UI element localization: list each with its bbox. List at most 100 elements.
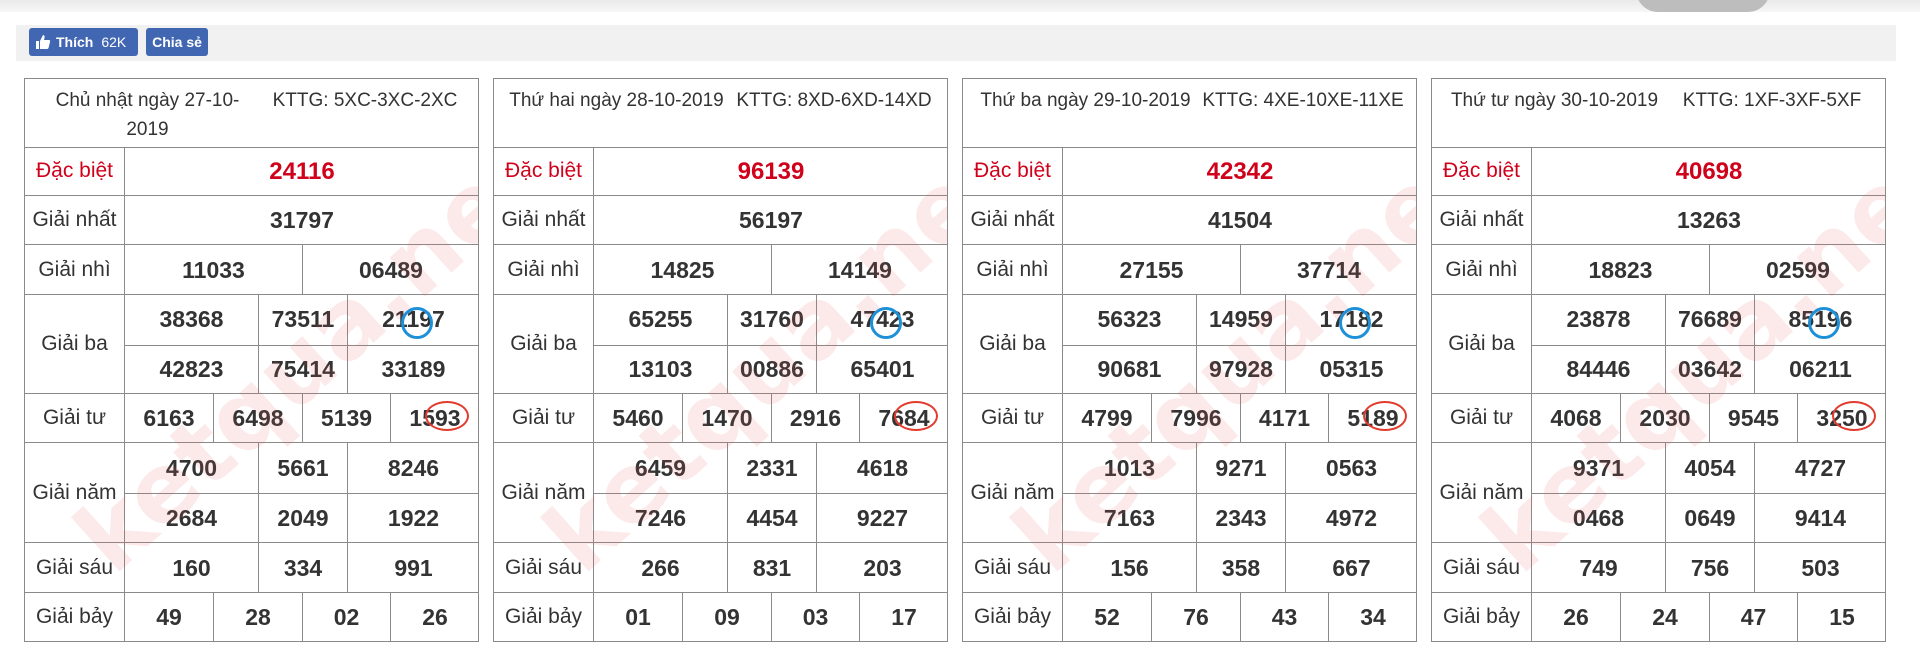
row-divider <box>125 493 478 494</box>
prize-row-g4: Giải tư 5460 1470 2916 7684 <box>494 394 947 443</box>
prize-number: 203 <box>816 543 947 593</box>
result-table-day-1: Chủ nhật ngày 27-10-2019 KTTG: 5XC-3XC-2X… <box>24 78 479 642</box>
prize-number: 5139 <box>302 394 390 443</box>
prize-number: 1922 <box>347 493 478 543</box>
prize-row-g3: Giải ba 65255 31760 47423 13103 00886 65401 <box>494 295 947 394</box>
prize-label: Giải nhất <box>494 196 594 244</box>
prize-number: 26 <box>390 593 478 641</box>
prize-number: 31760 <box>727 295 816 345</box>
prize-numbers: 42342 <box>1063 147 1416 195</box>
prize-label: Giải bảy <box>1432 593 1532 641</box>
prize-number: 2343 <box>1196 493 1285 543</box>
prize-number: 73511 <box>258 295 347 345</box>
prize-label: Đặc biệt <box>25 147 125 195</box>
prize-number: 2916 <box>771 394 859 443</box>
prize-number: 2684 <box>165 504 218 531</box>
share-label: Chia sẻ <box>152 34 202 50</box>
prize-number: 76 <box>1151 593 1240 641</box>
table-header: Thứ hai ngày 28-10-2019 KTTG: 8XD-6XD-14X… <box>494 79 947 148</box>
facebook-like-button[interactable]: Thích 62K <box>29 28 138 56</box>
prize-number: 4972 <box>1285 493 1416 543</box>
prize-numbers: 266 831 203 <box>594 543 947 593</box>
result-table-day-2: Thứ hai ngày 28-10-2019 KTTG: 8XD-6XD-14X… <box>493 78 948 642</box>
prize-row-g4: Giải tư 4068 2030 9545 3250 <box>1432 394 1885 443</box>
prize-numbers: 24116 <box>125 147 478 195</box>
prize-number: 1013 <box>1103 454 1156 481</box>
prize-number: 4171 <box>1240 394 1328 443</box>
prize-number: 2049 <box>258 493 347 543</box>
prize-label: Giải ba <box>494 295 594 393</box>
prize-number: 6459 <box>634 454 687 481</box>
prize-numbers: 9371 4054 4727 0468 0649 9414 <box>1532 443 1885 543</box>
prize-numbers: 01 09 03 17 <box>594 593 947 641</box>
prize-numbers: 6163 6498 5139 1593 <box>125 394 478 443</box>
scroll-handle[interactable] <box>1636 0 1770 12</box>
prize-number: 4700 <box>165 454 218 481</box>
prize-number: 24116 <box>269 157 335 185</box>
prize-numbers: 56323 14959 17182 90681 97928 05315 <box>1063 295 1416 394</box>
prize-number: 14149 <box>771 245 947 295</box>
prize-numbers: 56197 <box>594 196 947 244</box>
prize-row-g7: Giải bảy 52 76 43 34 <box>963 593 1416 641</box>
result-table-day-4: Thứ tư ngày 30-10-2019 KTTG: 1XF-3XF-5XF Đ… <box>1431 78 1886 642</box>
prize-numbers: 4700 5661 8246 2684 2049 1922 <box>125 443 478 543</box>
prize-number: 02599 <box>1709 245 1885 295</box>
prize-number: 31797 <box>270 207 334 233</box>
prize-label: Giải nhì <box>1432 245 1532 294</box>
prize-number: 9545 <box>1709 394 1797 443</box>
prize-number: 65255 <box>628 306 693 333</box>
prize-number: 34 <box>1328 593 1416 641</box>
prize-label: Giải tư <box>25 394 125 442</box>
prize-numbers: 5460 1470 2916 7684 <box>594 394 947 443</box>
prize-label: Giải sáu <box>494 543 594 592</box>
prize-number: 1593 <box>390 394 478 443</box>
row-divider <box>1532 344 1885 346</box>
prize-number: 28 <box>213 593 302 641</box>
prize-number: 17182 <box>1285 295 1416 345</box>
prize-number: 5189 <box>1328 394 1416 443</box>
prize-numbers: 23878 76689 85196 84446 03642 06211 <box>1532 295 1885 394</box>
row-divider <box>1063 344 1416 346</box>
prize-label: Giải năm <box>25 443 125 542</box>
prize-number: 4618 <box>816 443 947 493</box>
prize-numbers: 6459 2331 4618 7246 4454 9227 <box>594 443 947 543</box>
prize-row-g1: Giải nhất 31797 <box>25 196 478 245</box>
prize-label: Giải ba <box>1432 295 1532 393</box>
draw-date: Thứ hai ngày 28-10-2019 <box>509 90 724 111</box>
prize-number: 03642 <box>1665 344 1754 394</box>
prize-number: 02 <box>302 593 390 641</box>
prize-number: 38368 <box>159 306 224 333</box>
prize-number: 47 <box>1709 593 1797 641</box>
prize-number: 84446 <box>1566 355 1631 382</box>
prize-number: 8246 <box>347 443 478 493</box>
prize-row-g6: Giải sáu 156 358 667 <box>963 543 1416 593</box>
facebook-share-button[interactable]: Chia sẻ <box>146 28 208 56</box>
row-divider <box>594 493 947 494</box>
prize-row-g2: Giải nhì 27155 37714 <box>963 245 1416 295</box>
prize-number: 0563 <box>1285 443 1416 493</box>
prize-number: 43 <box>1240 593 1328 641</box>
prize-numbers: 49 28 02 26 <box>125 593 478 641</box>
prize-number: 7163 <box>1103 504 1156 531</box>
prize-row-g3: Giải ba 38368 73511 21197 42823 75414 33189 <box>25 295 478 394</box>
prize-number: 6163 <box>143 405 195 431</box>
prize-number: 334 <box>258 543 347 593</box>
prize-number: 160 <box>172 554 211 581</box>
prize-number: 6498 <box>213 394 302 443</box>
prize-number: 14825 <box>650 256 715 283</box>
prize-number: 75414 <box>258 344 347 394</box>
prize-row-g1: Giải nhất 41504 <box>963 196 1416 245</box>
prize-number: 14959 <box>1196 295 1285 345</box>
prize-number: 667 <box>1285 543 1416 593</box>
prize-row-db: Đặc biệt 96139 <box>494 147 947 196</box>
prize-label: Giải năm <box>963 443 1063 542</box>
prize-number: 05315 <box>1285 344 1416 394</box>
prize-number: 3250 <box>1797 394 1885 443</box>
prize-row-g1: Giải nhất 13263 <box>1432 196 1885 245</box>
prize-numbers: 65255 31760 47423 13103 00886 65401 <box>594 295 947 394</box>
prize-number: 56323 <box>1097 306 1162 333</box>
prize-label: Giải sáu <box>963 543 1063 592</box>
prize-label: Giải tư <box>963 394 1063 442</box>
prize-number: 90681 <box>1097 355 1162 382</box>
kttg-code: KTTG: 5XC-3XC-2XC <box>272 90 458 111</box>
